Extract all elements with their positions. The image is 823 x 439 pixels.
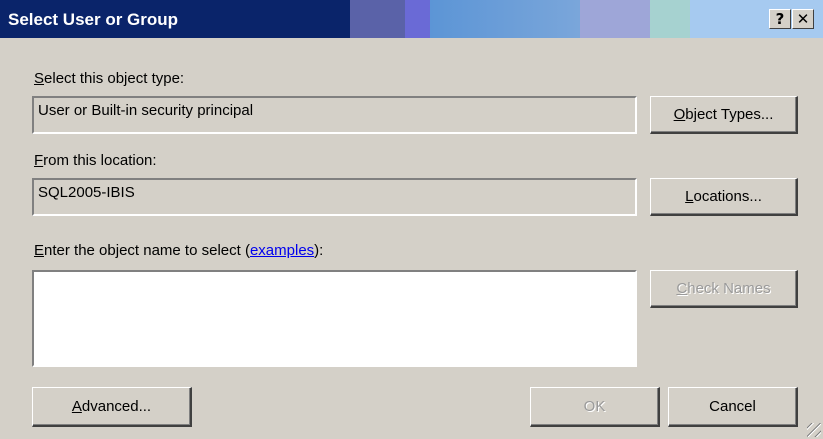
help-icon: ? [775,10,785,28]
close-button[interactable]: ✕ [792,9,814,29]
advanced-button[interactable]: Advanced... [32,387,192,427]
help-button[interactable]: ? [769,9,791,29]
object-type-label: Select this object type: [34,70,185,87]
location-label: From this location: [34,152,157,169]
object-name-input[interactable] [32,270,637,367]
location-field: SQL2005-IBIS [32,178,637,216]
ok-button[interactable]: OK [530,387,660,427]
locations-button[interactable]: Locations... [650,178,798,216]
object-types-button[interactable]: Object Types... [650,96,798,134]
examples-link[interactable]: examples [250,242,314,259]
cancel-button[interactable]: Cancel [668,387,798,427]
title-bar[interactable]: Select User or Group ? ✕ [0,0,823,40]
close-icon: ✕ [796,10,810,28]
resize-grip-icon[interactable] [807,423,821,437]
check-names-button[interactable]: Check Names [650,270,798,308]
window-title: Select User or Group [8,10,179,29]
object-type-field: User or Built-in security principal [32,96,637,134]
object-name-label: Enter the object name to select (example… [34,242,324,259]
